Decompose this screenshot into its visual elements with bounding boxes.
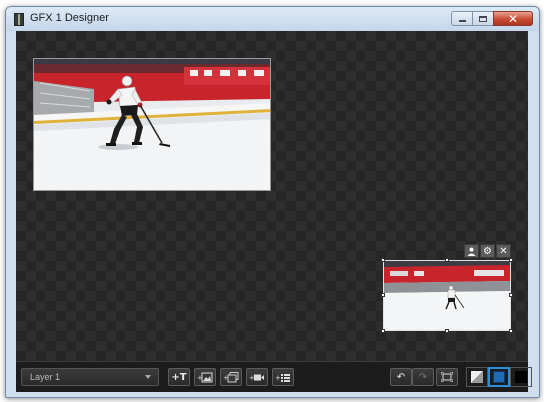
add-slideshow-button[interactable]: + xyxy=(220,368,242,386)
add-video-icon: + xyxy=(249,374,264,382)
resize-handle-top-left[interactable] xyxy=(381,258,385,262)
add-slideshow-icon: + xyxy=(223,371,239,382)
add-image-icon: + xyxy=(197,372,213,382)
minimize-icon xyxy=(458,20,466,22)
undo-button[interactable]: ↶ xyxy=(390,368,412,386)
gear-icon: ⚙ xyxy=(483,245,492,257)
resize-handle-bottom-right[interactable] xyxy=(509,329,513,333)
resize-handle-top[interactable] xyxy=(445,258,449,262)
hockey-pip-frame xyxy=(384,261,510,330)
close-button[interactable]: ✕ xyxy=(493,11,533,26)
background-blue-icon xyxy=(493,371,505,383)
layer-remove-button[interactable]: ✕ xyxy=(496,244,511,258)
close-icon: ✕ xyxy=(499,245,508,257)
layer-tools: ⚙ ✕ xyxy=(463,244,511,258)
layer-select[interactable]: Layer 1 xyxy=(21,368,159,386)
app-icon xyxy=(14,13,24,26)
window-controls: ✕ xyxy=(451,11,533,27)
hockey-video-frame xyxy=(34,59,270,190)
background-black-icon xyxy=(515,371,527,383)
resize-handle-bottom-left[interactable] xyxy=(381,329,385,333)
background-white-icon xyxy=(471,371,483,383)
add-list-button[interactable]: + xyxy=(272,368,294,386)
fit-screen-icon xyxy=(441,372,453,382)
add-video-button[interactable]: + xyxy=(246,368,268,386)
design-canvas[interactable]: ⚙ ✕ xyxy=(16,31,528,361)
minimize-button[interactable] xyxy=(451,11,473,26)
resize-handle-bottom[interactable] xyxy=(445,329,449,333)
fit-to-screen-button[interactable] xyxy=(436,368,458,386)
resize-handle-right[interactable] xyxy=(509,293,513,297)
redo-button[interactable]: ↷ xyxy=(412,368,434,386)
undo-icon: ↶ xyxy=(396,371,406,383)
svg-text:+: + xyxy=(275,374,281,382)
designer-window: GFX 1 Designer ✕ ⚙ ✕ Layer 1 +T + + + + … xyxy=(5,6,540,398)
redo-icon: ↷ xyxy=(418,371,428,383)
layer-source-button[interactable] xyxy=(464,244,479,258)
background-white-button[interactable] xyxy=(466,367,488,387)
background-black-button[interactable] xyxy=(510,367,532,387)
window-title: GFX 1 Designer xyxy=(30,12,109,24)
add-image-button[interactable]: + xyxy=(194,368,216,386)
add-text-button[interactable]: +T xyxy=(168,368,190,386)
close-icon: ✕ xyxy=(507,11,519,26)
background-blue-button[interactable] xyxy=(488,367,510,387)
add-text-icon: +T xyxy=(171,371,187,383)
resize-handle-top-right[interactable] xyxy=(509,258,513,262)
maximize-button[interactable] xyxy=(472,11,494,26)
chevron-down-icon xyxy=(145,375,151,379)
main-video-layer[interactable] xyxy=(33,58,271,191)
resize-handle-left[interactable] xyxy=(381,293,385,297)
layer-select-value: Layer 1 xyxy=(30,372,61,382)
maximize-icon xyxy=(479,15,487,22)
layer-settings-button[interactable]: ⚙ xyxy=(480,244,495,258)
pip-video-layer[interactable] xyxy=(383,260,511,331)
title-bar[interactable]: GFX 1 Designer ✕ xyxy=(6,7,539,31)
user-icon xyxy=(467,247,476,256)
designer-toolbar: Layer 1 +T + + + + ↶ ↷ xyxy=(16,361,532,392)
add-list-icon: + xyxy=(275,373,290,382)
